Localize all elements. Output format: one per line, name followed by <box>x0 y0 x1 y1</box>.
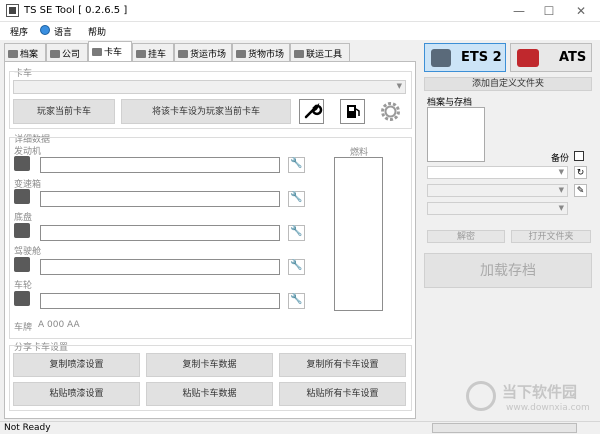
player-truck-button[interactable]: 玩家当前卡车 <box>13 99 115 124</box>
ets2-truck-icon <box>431 49 451 67</box>
engine-repair-button[interactable]: 🔧 <box>288 157 305 173</box>
ets2-label: ETS 2 <box>461 50 502 65</box>
fuel-pump-icon <box>347 105 360 118</box>
tab-freight-market[interactable]: 货运市场 <box>174 43 232 61</box>
title-bar: TS SE Tool [ 0.2.6.5 ] — ☐ ✕ <box>0 0 600 22</box>
settings-button[interactable] <box>378 99 403 124</box>
refresh-button[interactable]: ↻ <box>574 166 587 179</box>
plate-label: 车牌 <box>14 323 33 333</box>
chevron-down-icon: ▼ <box>396 82 402 90</box>
gear-icon <box>381 102 400 121</box>
profile-icon <box>8 50 18 58</box>
cabin-field[interactable] <box>40 259 280 275</box>
app-icon <box>6 4 19 17</box>
status-bar: Not Ready <box>0 421 600 434</box>
wheel-icon <box>14 291 30 306</box>
cabin-repair-button[interactable]: 🔧 <box>288 259 305 275</box>
close-button[interactable]: ✕ <box>566 2 596 20</box>
set-player-truck-button[interactable]: 将该卡车设为玩家当前卡车 <box>121 99 291 124</box>
repair-button[interactable] <box>299 99 324 124</box>
wheels-label: 车轮 <box>14 281 33 291</box>
menu-language[interactable]: 语言 <box>54 25 72 38</box>
status-text: Not Ready <box>4 423 51 433</box>
engine-icon <box>14 156 30 171</box>
ats-button[interactable]: ATS <box>510 43 592 72</box>
wrench-icon: 🔧 <box>290 260 303 271</box>
wheels-field[interactable] <box>40 293 280 309</box>
plate-value: A 000 AA <box>38 320 80 330</box>
chevron-down-icon: ▼ <box>558 168 564 176</box>
progress-bar <box>432 423 577 433</box>
refuel-button[interactable] <box>340 99 365 124</box>
menu-program[interactable]: 程序 <box>10 25 28 38</box>
edit-icon: ✎ <box>576 186 585 196</box>
save-select[interactable]: ▼ <box>427 184 568 197</box>
wrench-icon: 🔧 <box>290 158 303 169</box>
chassis-label: 底盘 <box>14 213 33 223</box>
watermark-logo-icon <box>466 381 496 411</box>
decrypt-button[interactable]: 解密 <box>427 230 505 243</box>
tab-trailer[interactable]: 挂车 <box>132 43 174 61</box>
ets2-button[interactable]: ETS 2 <box>424 43 506 72</box>
wrench-icon: 🔧 <box>290 226 303 237</box>
copy-paint-button[interactable]: 复制喷漆设置 <box>13 353 140 377</box>
copy-truck-data-button[interactable]: 复制卡车数据 <box>146 353 273 377</box>
open-folder-button[interactable]: 打开文件夹 <box>511 230 591 243</box>
paste-paint-button[interactable]: 粘贴喷漆设置 <box>13 382 140 406</box>
profile-avatar <box>427 107 485 162</box>
globe-icon <box>40 25 50 35</box>
refresh-icon: ↻ <box>576 168 585 178</box>
cabin-label: 驾驶舱 <box>14 247 42 257</box>
cargo-icon <box>236 50 246 58</box>
maximize-button[interactable]: ☐ <box>534 2 564 20</box>
fuel-gauge[interactable] <box>334 157 383 311</box>
truck-icon <box>92 48 102 56</box>
edit-button[interactable]: ✎ <box>574 184 587 197</box>
transmission-repair-button[interactable]: 🔧 <box>288 191 305 207</box>
wheels-repair-button[interactable]: 🔧 <box>288 293 305 309</box>
chassis-field[interactable] <box>40 225 280 241</box>
menu-bar: 程序 语言 帮助 <box>0 22 600 40</box>
wrench-icon <box>304 102 323 119</box>
convoy-icon <box>294 50 304 58</box>
tab-company[interactable]: 公司 <box>46 43 88 61</box>
load-save-button[interactable]: 加载存档 <box>424 253 592 288</box>
chassis-icon <box>14 223 30 238</box>
backup-label: 备份 <box>551 154 570 164</box>
menu-help[interactable]: 帮助 <box>88 25 106 38</box>
company-icon <box>50 50 60 58</box>
paste-truck-data-button[interactable]: 粘贴卡车数据 <box>146 382 273 406</box>
freight-icon <box>178 50 188 58</box>
cabin-icon <box>14 257 30 272</box>
ats-label: ATS <box>559 50 587 65</box>
slot-select[interactable]: ▼ <box>427 202 568 215</box>
tab-cargo-market[interactable]: 货物市场 <box>232 43 290 61</box>
tab-convoy-tools[interactable]: 联运工具 <box>290 43 350 61</box>
trailer-icon <box>136 50 146 58</box>
paste-all-settings-button[interactable]: 粘贴所有卡车设置 <box>279 382 406 406</box>
wrench-icon: 🔧 <box>290 192 303 203</box>
tab-truck[interactable]: 卡车 <box>88 41 132 62</box>
transmission-field[interactable] <box>40 191 280 207</box>
chevron-down-icon: ▼ <box>558 204 564 212</box>
profile-select[interactable]: ▼ <box>427 166 568 179</box>
wrench-icon: 🔧 <box>290 294 303 305</box>
ats-truck-icon <box>517 49 539 67</box>
chassis-repair-button[interactable]: 🔧 <box>288 225 305 241</box>
truck-select[interactable]: ▼ <box>13 80 406 94</box>
watermark-url: www.downxia.com <box>506 403 590 413</box>
add-custom-folder-button[interactable]: 添加自定义文件夹 <box>424 77 592 91</box>
chevron-down-icon: ▼ <box>558 186 564 194</box>
window-title: TS SE Tool [ 0.2.6.5 ] <box>24 5 128 16</box>
transmission-icon <box>14 189 30 204</box>
tab-profile[interactable]: 档案 <box>4 43 46 61</box>
backup-checkbox[interactable] <box>574 151 584 161</box>
tab-strip: 档案 公司 卡车 挂车 货运市场 货物市场 联运工具 <box>4 41 416 62</box>
watermark-brand: 当下软件园 <box>502 383 578 401</box>
minimize-button[interactable]: — <box>504 2 534 20</box>
copy-all-settings-button[interactable]: 复制所有卡车设置 <box>279 353 406 377</box>
engine-field[interactable] <box>40 157 280 173</box>
